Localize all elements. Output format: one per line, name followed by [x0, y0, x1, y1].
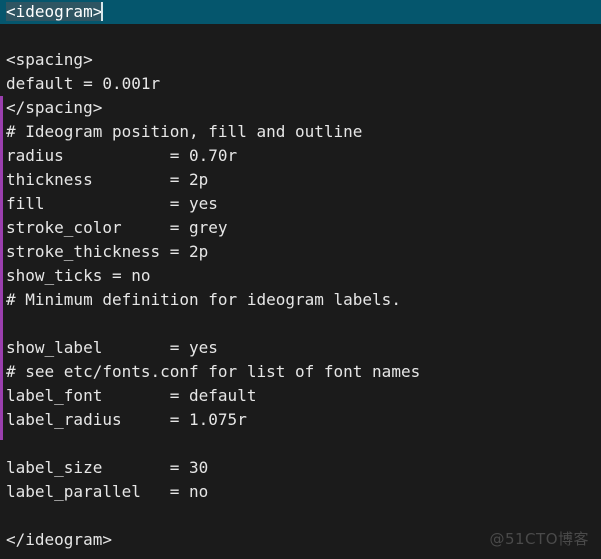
- code-line-text: radius = 0.70r: [6, 146, 238, 165]
- code-line-text: stroke_thickness = 2p: [6, 242, 209, 261]
- code-line-text: </ideogram>: [6, 530, 112, 549]
- code-line-text: show_label = yes: [6, 338, 218, 357]
- code-line-text: label_parallel = no: [6, 482, 209, 501]
- code-line[interactable]: default = 0.001r: [0, 72, 601, 96]
- code-line[interactable]: [0, 552, 601, 559]
- code-line[interactable]: [0, 504, 601, 528]
- code-content[interactable]: <ideogram> <spacing> default = 0.001r </sp…: [0, 0, 601, 559]
- code-line-text: stroke_color = grey: [6, 218, 228, 237]
- code-line[interactable]: <spacing>: [0, 48, 601, 72]
- code-line-text: show_ticks = no: [6, 266, 151, 285]
- code-line[interactable]: # Ideogram position, fill and outline: [0, 120, 601, 144]
- code-line-text: # Ideogram position, fill and outline: [6, 122, 363, 141]
- code-line[interactable]: thickness = 2p: [0, 168, 601, 192]
- selected-text[interactable]: <ideogram>: [6, 2, 103, 21]
- code-line[interactable]: # Minimum definition for ideogram labels…: [0, 288, 601, 312]
- code-line[interactable]: # see etc/fonts.conf for list of font na…: [0, 360, 601, 384]
- code-line[interactable]: show_ticks = no: [0, 264, 601, 288]
- code-line[interactable]: </spacing>: [0, 96, 601, 120]
- code-line[interactable]: [0, 432, 601, 456]
- code-line-text: thickness = 2p: [6, 170, 209, 189]
- code-line[interactable]: <ideogram>: [0, 0, 601, 24]
- code-line[interactable]: stroke_color = grey: [0, 216, 601, 240]
- code-editor[interactable]: <ideogram> <spacing> default = 0.001r </sp…: [0, 0, 601, 559]
- code-line[interactable]: show_label = yes: [0, 336, 601, 360]
- code-line[interactable]: radius = 0.70r: [0, 144, 601, 168]
- code-line[interactable]: fill = yes: [0, 192, 601, 216]
- code-line[interactable]: stroke_thickness = 2p: [0, 240, 601, 264]
- code-line-text: <spacing>: [6, 50, 93, 69]
- code-line-text: label_radius = 1.075r: [6, 410, 247, 429]
- text-caret: [101, 2, 104, 21]
- code-line-text: label_font = default: [6, 386, 257, 405]
- code-line-text: default = 0.001r: [6, 74, 161, 93]
- code-line-text: fill = yes: [6, 194, 218, 213]
- code-line[interactable]: label_size = 30: [0, 456, 601, 480]
- code-line[interactable]: label_parallel = no: [0, 480, 601, 504]
- code-line-text: label_size = 30: [6, 458, 209, 477]
- code-line-text: # Minimum definition for ideogram labels…: [6, 290, 401, 309]
- watermark: @51CTO博客: [489, 530, 589, 548]
- code-line[interactable]: label_font = default: [0, 384, 601, 408]
- code-line[interactable]: [0, 312, 601, 336]
- code-line[interactable]: label_radius = 1.075r: [0, 408, 601, 432]
- code-line-text: # see etc/fonts.conf for list of font na…: [6, 362, 421, 381]
- code-line[interactable]: [0, 24, 601, 48]
- code-line-text: </spacing>: [6, 98, 103, 117]
